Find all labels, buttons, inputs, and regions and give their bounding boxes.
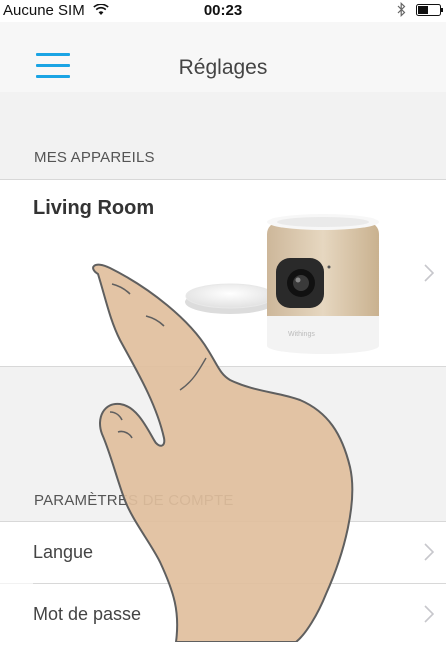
device-name: Living Room — [33, 197, 155, 219]
navigation-bar: Réglages — [0, 22, 446, 92]
battery-icon — [416, 4, 443, 16]
status-right — [397, 2, 444, 19]
devices-section-header: MES APPAREILS — [34, 149, 155, 166]
row-label: Mot de passe — [33, 604, 142, 624]
device-card-living-room[interactable]: Living Room Withings — [0, 180, 446, 366]
account-section-header: PARAMÈTRES DE COMPTE — [34, 492, 234, 509]
status-bar: Aucune SIM 00:23 — [0, 0, 446, 22]
settings-row-mot-de-passe[interactable]: Mot de passe — [0, 584, 446, 645]
page-title: Réglages — [178, 56, 268, 79]
svg-text:Withings: Withings — [288, 331, 315, 338]
row-label: Langue — [33, 542, 94, 562]
settings-row-langue[interactable]: Langue — [0, 522, 446, 583]
chevron-right-icon — [424, 605, 434, 623]
device-image: Withings — [185, 214, 379, 354]
divider — [0, 366, 446, 367]
bluetooth-icon — [397, 2, 406, 17]
status-time: 00:23 — [203, 2, 243, 19]
chevron-right-icon — [424, 543, 434, 561]
chevron-right-icon — [424, 264, 434, 282]
